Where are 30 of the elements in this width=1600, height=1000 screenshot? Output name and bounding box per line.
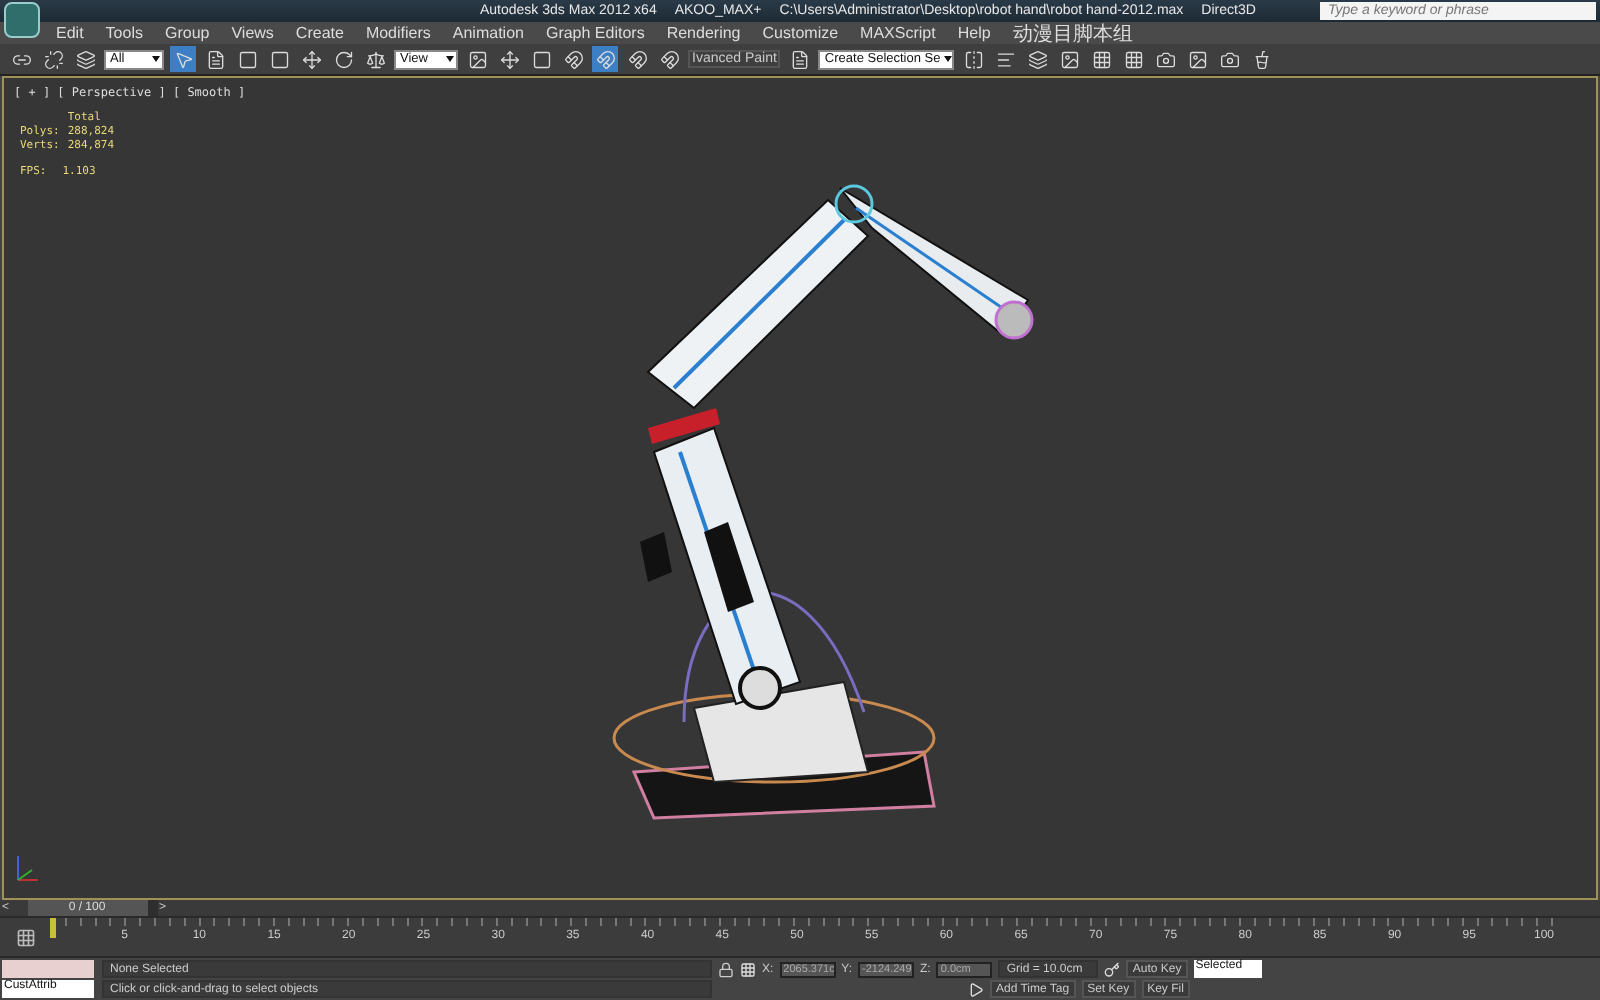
scale-icon[interactable] bbox=[362, 46, 388, 72]
app-logo-icon[interactable] bbox=[4, 2, 40, 38]
rotate-icon[interactable] bbox=[330, 46, 356, 72]
track-bar-icon[interactable] bbox=[15, 927, 35, 947]
menu-item[interactable]: Rendering bbox=[666, 24, 741, 42]
menu-item[interactable]: Animation bbox=[452, 24, 524, 42]
menu-item[interactable]: Group bbox=[164, 24, 210, 42]
lock-icon[interactable] bbox=[718, 961, 734, 977]
mirror-icon[interactable] bbox=[960, 46, 987, 72]
axis-gizmo-icon bbox=[17, 855, 39, 881]
move-icon[interactable] bbox=[298, 46, 324, 72]
menu-item[interactable]: Tools bbox=[105, 24, 143, 42]
layers-icon[interactable] bbox=[1024, 46, 1051, 72]
key-icon[interactable] bbox=[1104, 961, 1121, 977]
menu-item[interactable]: 动漫目脚本组 bbox=[1012, 19, 1133, 47]
current-frame-marker bbox=[50, 918, 56, 938]
menu-item[interactable]: Views bbox=[231, 24, 274, 42]
snap-icon[interactable] bbox=[560, 46, 586, 72]
move-icon[interactable] bbox=[496, 46, 522, 72]
menu-item[interactable]: MAXScript bbox=[860, 24, 936, 42]
menu-item[interactable]: Graph Editors bbox=[545, 24, 645, 42]
menu-item[interactable]: Modifiers bbox=[365, 24, 431, 42]
layers-icon[interactable] bbox=[72, 46, 98, 72]
unlink-icon[interactable] bbox=[40, 46, 66, 72]
menu-item[interactable]: Help bbox=[957, 24, 991, 42]
listener-field[interactable] bbox=[2, 960, 94, 978]
menu-item[interactable]: Customize bbox=[762, 24, 839, 42]
menu-item[interactable]: Create bbox=[295, 24, 344, 42]
menu-item[interactable]: Edit bbox=[56, 24, 84, 42]
rectangle-select-icon[interactable] bbox=[234, 46, 260, 72]
